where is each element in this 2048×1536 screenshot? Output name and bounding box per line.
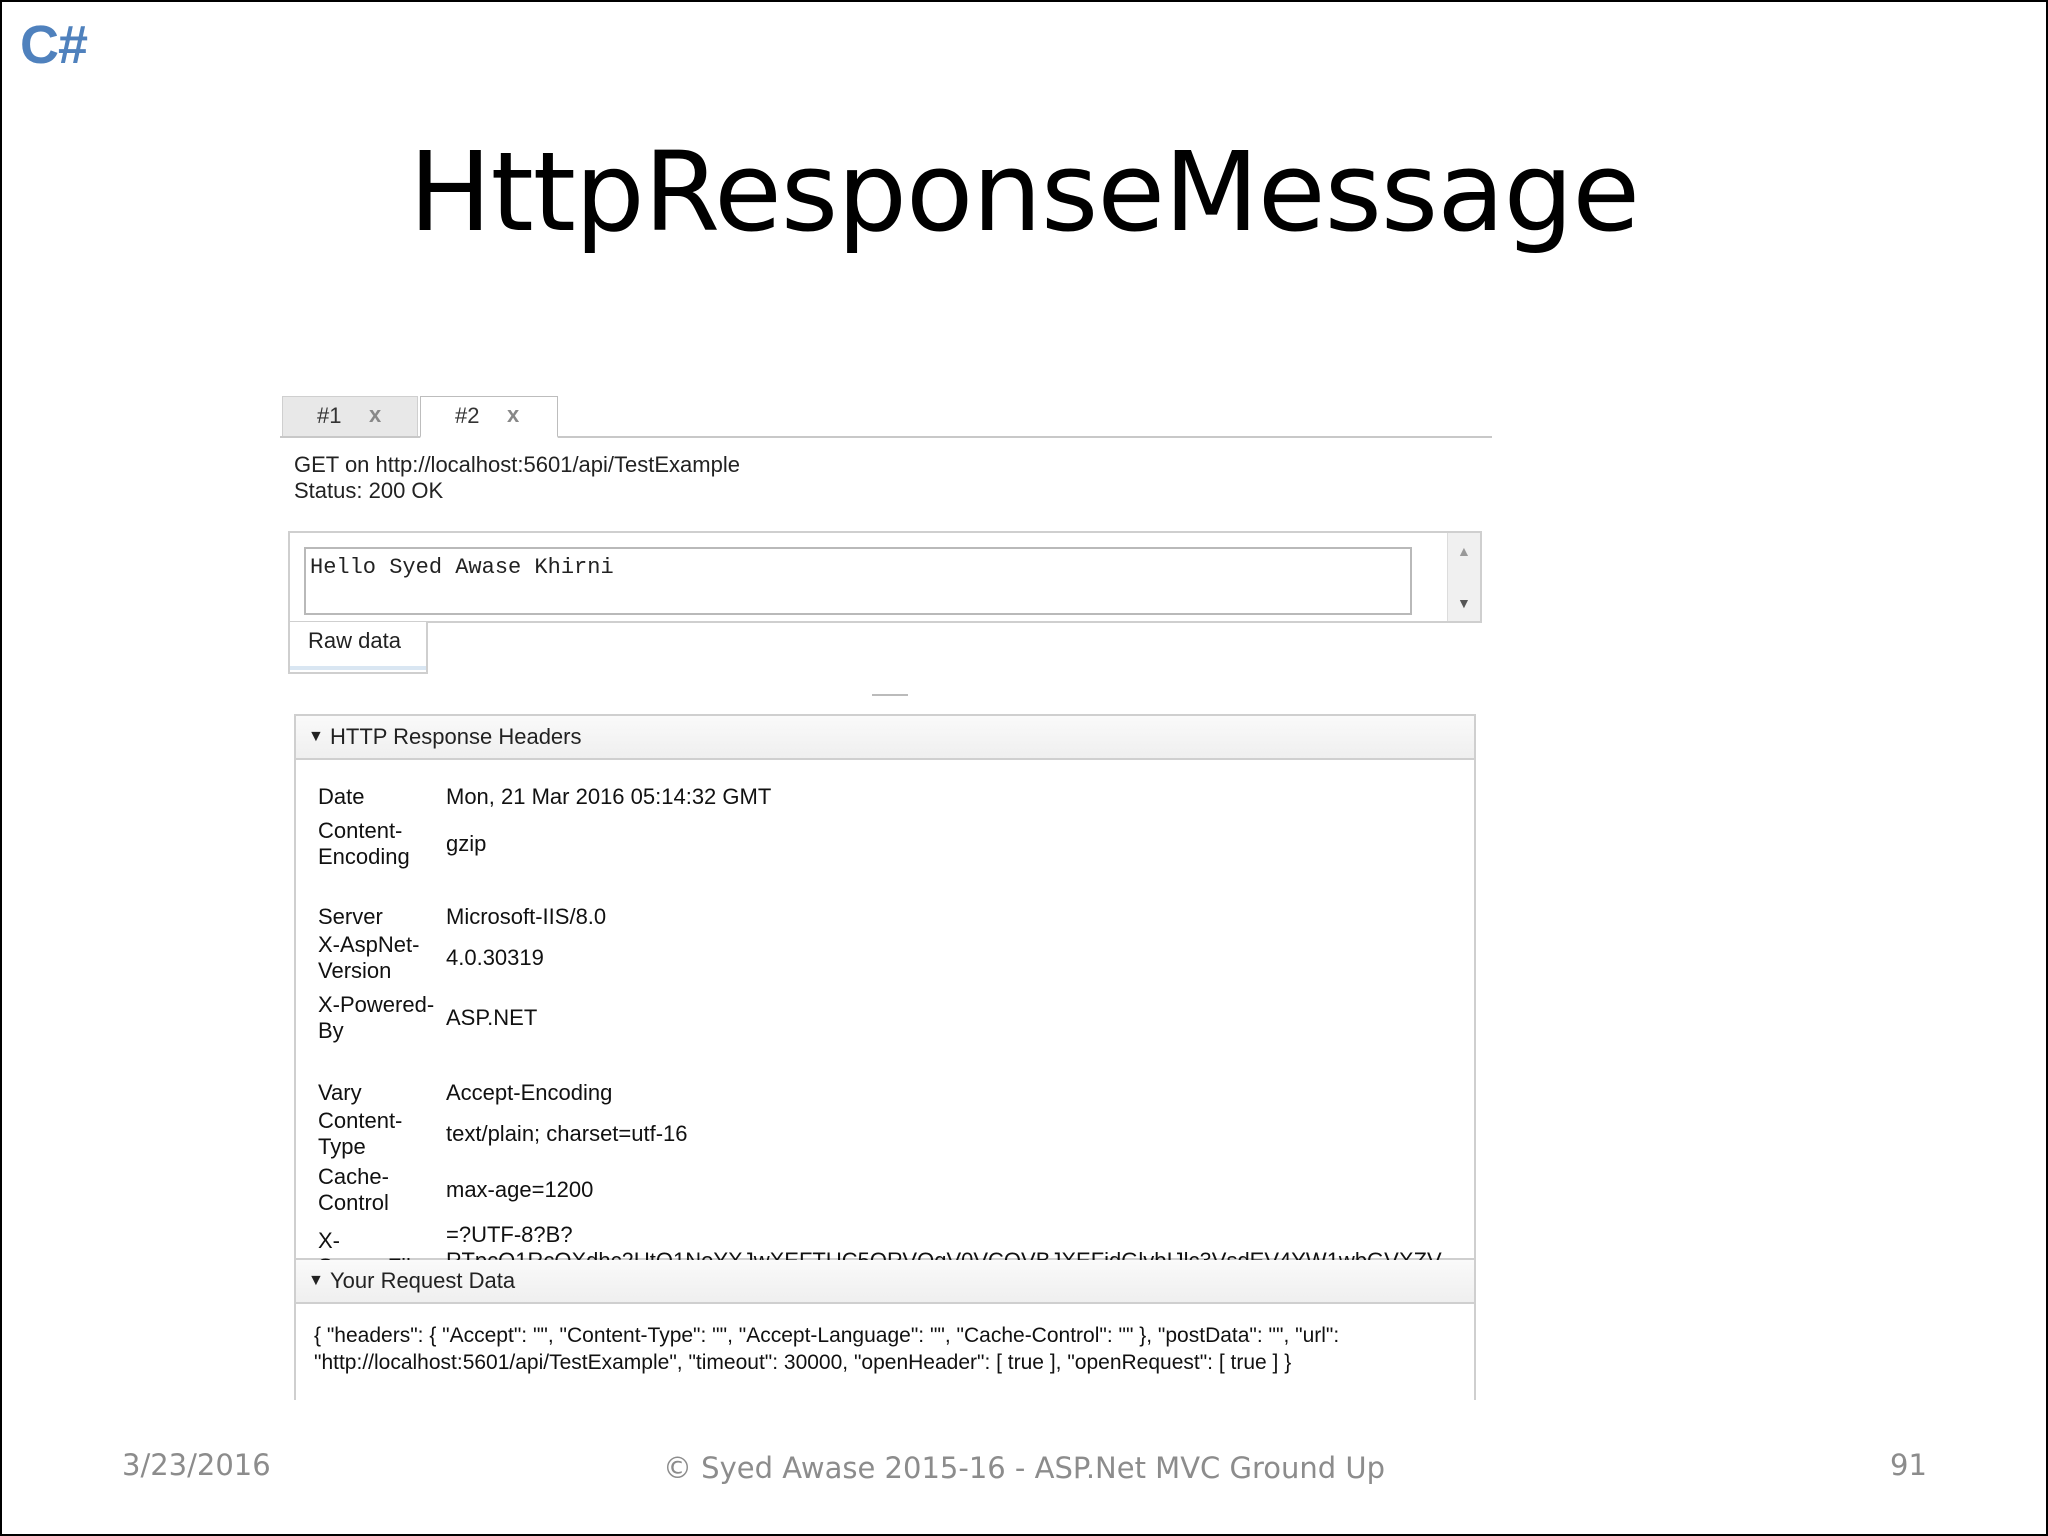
header-name: X-Powered- By (318, 992, 442, 1044)
response-body-box: Hello Syed Awase Khirni ◢ ▲ ▼ (288, 531, 1482, 623)
header-name-line: X-Powered- (318, 992, 435, 1017)
scroll-down-icon[interactable]: ▼ (1457, 595, 1471, 611)
header-value: Accept-Encoding (446, 1080, 612, 1106)
header-name: Content- Encoding (318, 818, 442, 870)
header-name-line: Server (318, 904, 383, 929)
vertical-scrollbar[interactable]: ▲ ▼ (1447, 533, 1480, 621)
header-value-line: ASP.NET (446, 1005, 538, 1030)
close-icon[interactable]: x (507, 402, 519, 428)
header-name-line: X- (318, 1228, 340, 1253)
request-data-header[interactable]: ▼ Your Request Data (296, 1260, 1474, 1304)
header-value: 4.0.30319 (446, 945, 544, 971)
header-name-line: Encoding (318, 844, 410, 869)
header-value-line: Microsoft-IIS/8.0 (446, 904, 607, 929)
response-headers-header[interactable]: ▼ HTTP Response Headers (296, 716, 1474, 760)
header-name: Cache- Control (318, 1164, 442, 1216)
close-icon[interactable]: x (369, 402, 381, 428)
header-value: text/plain; charset=utf-16 (446, 1121, 688, 1147)
header-value-line: 4.0.30319 (446, 945, 544, 970)
header-value: max-age=1200 (446, 1177, 593, 1203)
collapse-arrow-icon[interactable]: ▼ (308, 728, 324, 746)
header-name-line: Type (318, 1134, 366, 1159)
header-value: ASP.NET (446, 1005, 537, 1031)
collapse-arrow-icon[interactable]: ▼ (308, 1272, 324, 1290)
tab-1-label: #1 (317, 403, 342, 428)
header-name-line: Version (318, 958, 392, 983)
header-name-line: Cache- (318, 1164, 389, 1189)
raw-data-tab-label: Raw data (308, 628, 401, 653)
slide-title: HttpResponseMessage (408, 128, 1640, 256)
header-name-line: X-AspNet- (318, 932, 420, 957)
csharp-logo: C# (20, 15, 88, 75)
header-value-line: =?UTF-8?B? (446, 1222, 573, 1247)
response-body-textarea[interactable]: Hello Syed Awase Khirni (304, 547, 1412, 615)
header-name-line: By (318, 1018, 344, 1043)
tab-1[interactable]: #1 x (282, 396, 418, 436)
header-value-line: Mon, 21 Mar 2016 05:14:32 GMT (446, 784, 772, 809)
header-name: X-AspNet- Version (318, 932, 442, 984)
tab-underline (290, 666, 426, 670)
header-value-line: max-age=1200 (446, 1177, 594, 1202)
header-name-line: Content- (318, 818, 403, 843)
rest-client-screenshot: #1 x #2 x GET on http://localhost:5601/a… (280, 394, 1500, 1400)
header-name: Vary (318, 1080, 442, 1106)
response-headers-panel: ▼ HTTP Response Headers Date Mon, 21 Mar … (294, 714, 1476, 1299)
tab-bar: #1 x #2 x (280, 394, 1492, 438)
request-line: GET on http://localhost:5601/api/TestExa… (294, 452, 740, 477)
request-data-panel: ▼ Your Request Data { "headers": { "Acce… (294, 1260, 1476, 1400)
footer-copyright: © Syed Awase 2015-16 - ASP.Net MVC Groun… (662, 1451, 1386, 1485)
footer-page-number: 91 (1890, 1448, 1927, 1482)
request-data-body: { "headers": { "Accept": "", "Content-Ty… (314, 1324, 1340, 1374)
scroll-up-icon[interactable]: ▲ (1457, 543, 1471, 559)
raw-data-tab[interactable]: Raw data (288, 622, 428, 674)
header-name-line: Vary (318, 1080, 362, 1105)
status-line: Status: 200 OK (294, 478, 444, 503)
tab-2[interactable]: #2 x (420, 396, 558, 438)
header-name: Content- Type (318, 1108, 442, 1160)
header-value: gzip (446, 831, 486, 857)
header-value-line: Accept-Encoding (446, 1080, 613, 1105)
header-value: Mon, 21 Mar 2016 05:14:32 GMT (446, 784, 771, 810)
header-value-line: gzip (446, 831, 487, 856)
tab-2-label: #2 (455, 403, 480, 428)
header-name-line: Date (318, 784, 365, 809)
header-name-line: Content- (318, 1108, 403, 1133)
request-data-title: Your Request Data (330, 1268, 516, 1293)
header-value-line: text/plain; charset=utf-16 (446, 1121, 688, 1146)
header-name: Date (318, 784, 442, 810)
header-value: Microsoft-IIS/8.0 (446, 904, 606, 930)
header-name-line: Control (318, 1190, 389, 1215)
response-headers-title: HTTP Response Headers (330, 724, 582, 749)
header-name: Server (318, 904, 442, 930)
splitter-handle[interactable] (872, 694, 908, 696)
